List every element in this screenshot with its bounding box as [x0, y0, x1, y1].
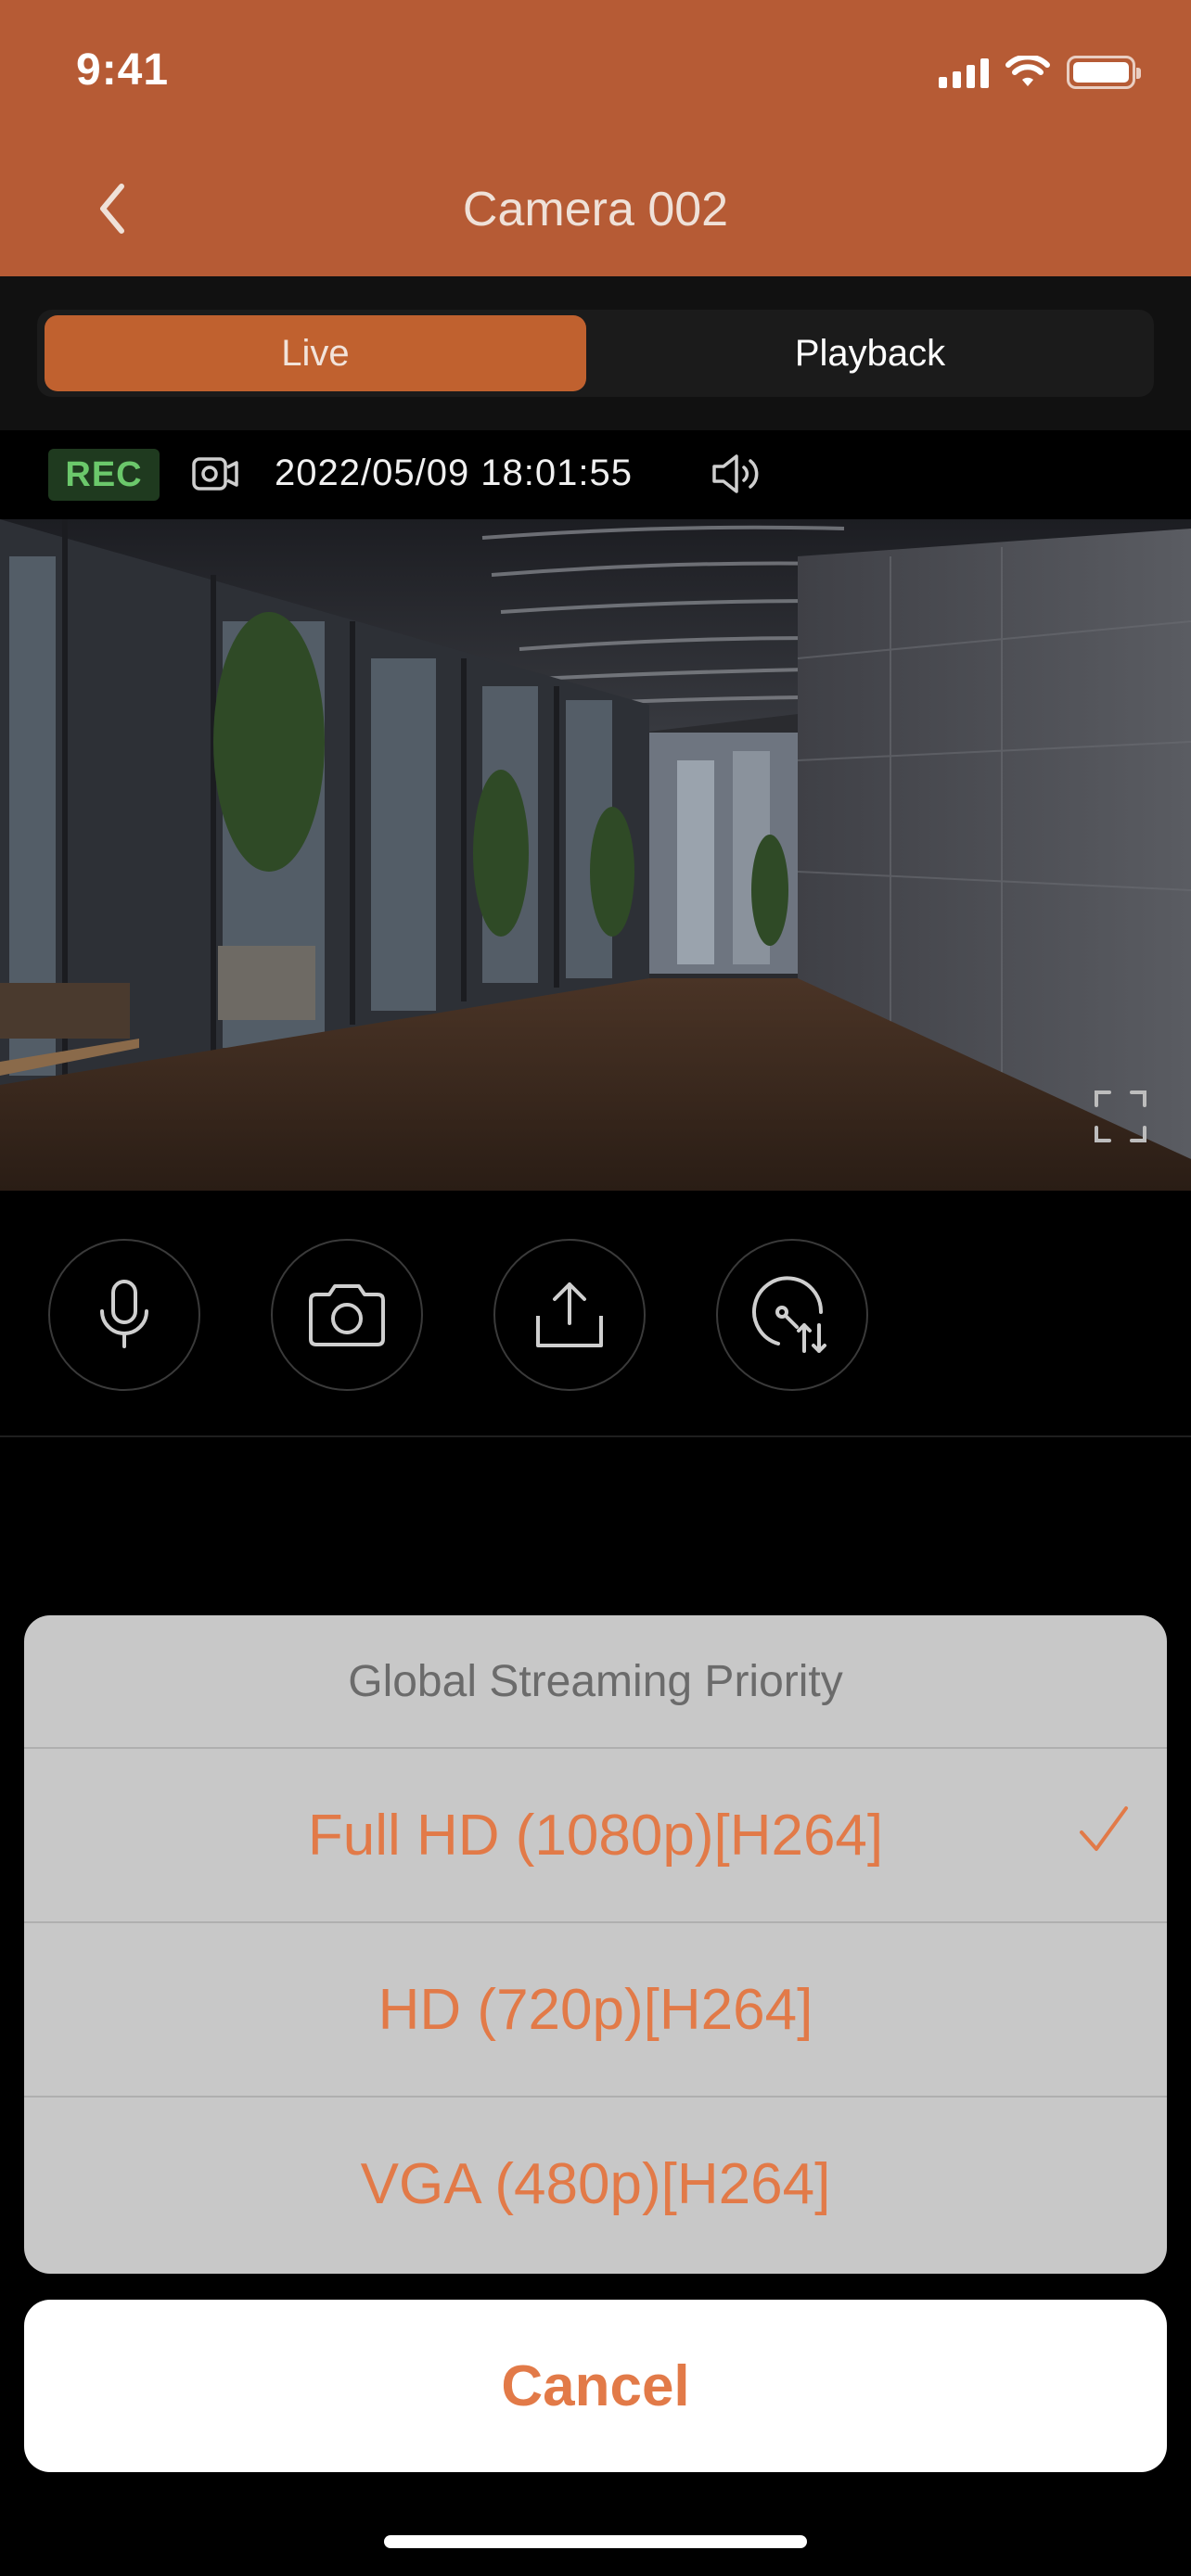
speaker-icon[interactable] [711, 453, 766, 495]
page-title: Camera 002 [462, 183, 729, 236]
video-frame-image [0, 519, 1191, 1191]
microphone-icon [100, 1280, 148, 1348]
wifi-icon [1005, 56, 1050, 86]
view-mode-bar: Live Playback [0, 276, 1191, 430]
option-full-hd[interactable]: Full HD (1080p)[H264] [24, 1749, 1167, 1923]
cancel-button[interactable]: Cancel [24, 2300, 1167, 2472]
status-time: 9:41 [76, 45, 170, 95]
microphone-button[interactable] [48, 1239, 200, 1391]
live-video-feed[interactable] [0, 519, 1191, 1191]
option-label: VGA (480p)[H264] [360, 2151, 831, 2216]
snapshot-button[interactable] [271, 1239, 423, 1391]
streaming-priority-sheet: Global Streaming Priority Full HD (1080p… [24, 1615, 1167, 2274]
option-vga[interactable]: VGA (480p)[H264] [24, 2098, 1167, 2270]
cellular-signal-icon [939, 57, 989, 88]
ptz-speed-button[interactable] [716, 1239, 868, 1391]
checkmark-icon [1080, 1806, 1128, 1851]
tab-playback[interactable]: Playback [594, 315, 1146, 391]
stream-timestamp: 2022/05/09 18:01:55 [275, 453, 634, 493]
sheet-title: Global Streaming Priority [24, 1615, 1167, 1749]
option-label: HD (720p)[H264] [378, 1977, 813, 2042]
camera-snapshot-icon [309, 1284, 385, 1346]
option-hd[interactable]: HD (720p)[H264] [24, 1923, 1167, 2098]
option-label: Full HD (1080p)[H264] [307, 1803, 884, 1868]
share-button[interactable] [493, 1239, 646, 1391]
status-icons [939, 54, 1141, 91]
fullscreen-icon[interactable] [1093, 1089, 1148, 1144]
share-icon [536, 1282, 603, 1347]
stream-info-bar: REC 2022/05/09 18:01:55 [0, 430, 1191, 517]
control-bar [0, 1191, 1191, 1437]
header: 9:41 Camera 002 [0, 0, 1191, 276]
ptz-speed-icon [752, 1276, 826, 1353]
tab-live[interactable]: Live [45, 315, 586, 391]
segmented-control: Live Playback [37, 310, 1154, 397]
rec-badge: REC [48, 449, 160, 501]
video-camera-icon [192, 457, 238, 491]
home-indicator[interactable] [384, 2535, 807, 2548]
battery-icon [1067, 56, 1141, 89]
